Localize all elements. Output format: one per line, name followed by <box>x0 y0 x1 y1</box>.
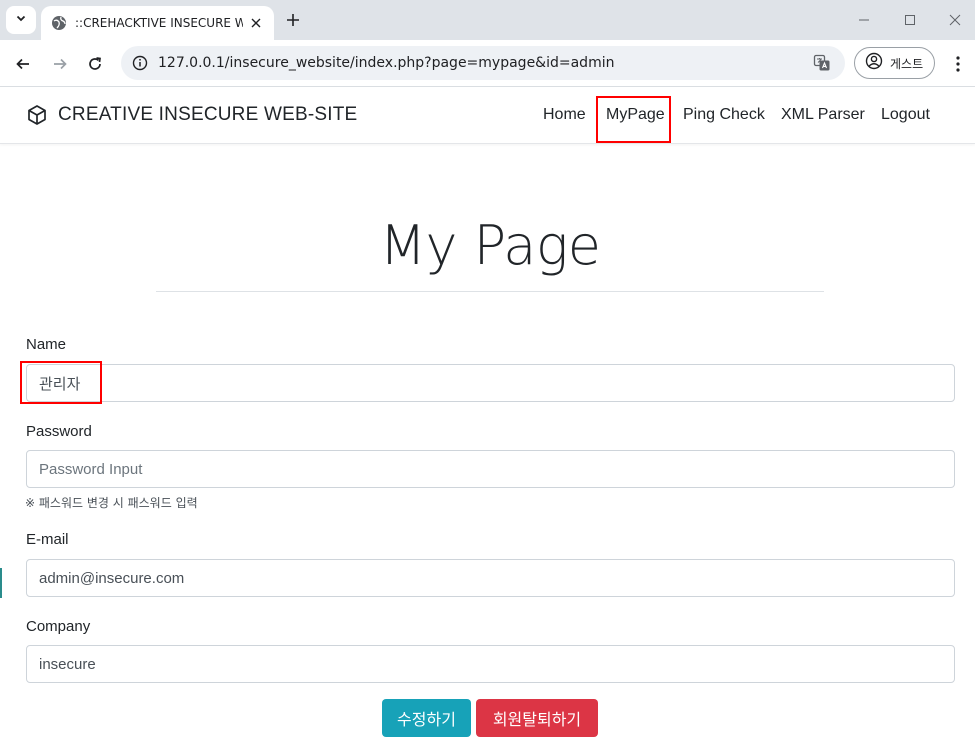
account-icon <box>865 52 883 75</box>
reload-icon[interactable] <box>83 52 107 76</box>
browser-tab-strip: ::CREHACKTIVE INSECURE WEB <box>0 0 975 40</box>
page-title: My Page <box>379 214 601 277</box>
company-label: Company <box>26 618 91 635</box>
address-bar[interactable]: 127.0.0.1/insecure_website/index.php?pag… <box>121 46 845 80</box>
forward-arrow-icon[interactable] <box>48 52 72 76</box>
update-button[interactable]: 수정하기 <box>382 699 471 737</box>
profile-button[interactable]: 게스트 <box>854 47 935 79</box>
company-input[interactable] <box>26 645 955 683</box>
mypage-highlight-box <box>596 96 671 143</box>
email-label: E-mail <box>26 531 69 548</box>
left-edge-marker <box>0 568 2 598</box>
password-input[interactable] <box>26 450 955 488</box>
tab-search-button[interactable] <box>6 6 36 34</box>
profile-label: 게스트 <box>890 56 924 71</box>
chevron-down-icon <box>15 11 27 29</box>
more-menu-icon[interactable] <box>948 52 968 76</box>
title-divider <box>156 291 824 292</box>
nav-logout[interactable]: Logout <box>881 106 930 124</box>
password-help-text: ※ 패스워드 변경 시 패스워드 입력 <box>25 496 198 510</box>
box-icon <box>26 104 48 126</box>
url-text: 127.0.0.1/insecure_website/index.php?pag… <box>158 55 615 71</box>
tab-title: ::CREHACKTIVE INSECURE WEB <box>75 16 243 30</box>
name-input[interactable] <box>26 364 955 402</box>
browser-toolbar: 127.0.0.1/insecure_website/index.php?pag… <box>0 40 975 87</box>
name-highlight-box <box>20 361 102 404</box>
brand-text: CREATIVE INSECURE WEB-SITE <box>58 104 358 125</box>
close-window-button[interactable] <box>941 8 969 32</box>
withdraw-button[interactable]: 회원탈퇴하기 <box>476 699 598 737</box>
minimize-button[interactable] <box>850 8 878 32</box>
site-navbar: CREATIVE INSECURE WEB-SITE Home MyPage P… <box>0 87 975 144</box>
nav-xml-parser[interactable]: XML Parser <box>781 106 865 124</box>
brand-link[interactable]: CREATIVE INSECURE WEB-SITE <box>26 104 357 126</box>
back-arrow-icon[interactable] <box>11 52 35 76</box>
email-input[interactable] <box>26 559 955 597</box>
nav-home[interactable]: Home <box>543 106 586 124</box>
new-tab-button[interactable] <box>283 10 303 30</box>
maximize-button[interactable] <box>896 8 924 32</box>
password-label: Password <box>26 423 92 440</box>
browser-tab[interactable]: ::CREHACKTIVE INSECURE WEB <box>41 6 274 40</box>
close-tab-icon[interactable] <box>248 15 264 31</box>
translate-icon[interactable] <box>813 54 831 72</box>
site-info-icon[interactable] <box>131 54 149 72</box>
name-label: Name <box>26 336 67 353</box>
nav-ping-check[interactable]: Ping Check <box>683 106 765 124</box>
globe-icon <box>51 15 67 31</box>
